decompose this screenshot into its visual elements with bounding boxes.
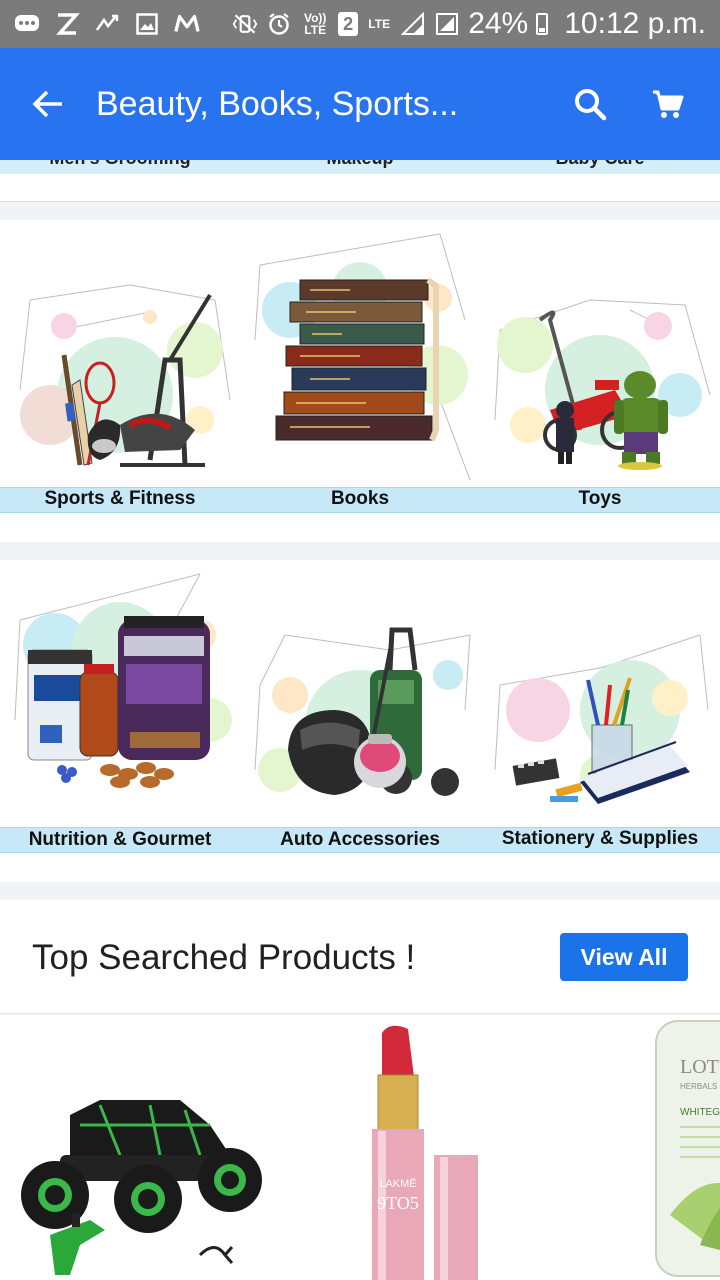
lipstick-line-text: 9TO5 xyxy=(377,1193,419,1213)
page-title: Beauty, Books, Sports... xyxy=(96,84,459,123)
stationery-supplies-image xyxy=(494,634,709,804)
cart-icon xyxy=(653,90,684,118)
gmail-notification-icon xyxy=(174,11,200,37)
top-searched-products-carousel: LAKMĒ 9TO5 LOTUS HERBALS WHITEGLOW xyxy=(0,1015,720,1280)
lotus-cream-image: LOTUS HERBALS WHITEGLOW xyxy=(655,1020,720,1277)
search-button[interactable] xyxy=(562,76,618,132)
category-label-stationery-supplies: Stationery & Supplies xyxy=(501,828,699,849)
nutrition-gourmet-image xyxy=(14,573,232,788)
arrow-back-icon xyxy=(32,90,62,118)
category-tile-books[interactable]: Books xyxy=(240,220,480,542)
view-all-button[interactable]: View All xyxy=(560,933,688,981)
gallery-notification-icon xyxy=(134,11,160,37)
section-title: Top Searched Products ! xyxy=(32,938,416,977)
category-row-2: Nutrition & Gourmet Auto Accessories Sta… xyxy=(0,560,720,882)
app-bar: Beauty, Books, Sports... xyxy=(0,48,720,160)
alarm-icon xyxy=(266,11,292,37)
product-card-lipstick[interactable]: LAKMĒ 9TO5 xyxy=(330,1015,530,1280)
category-tile-toys[interactable]: Toys xyxy=(480,220,720,542)
lipstick-brand-text: LAKMĒ xyxy=(379,1178,416,1190)
signal-strength-icon xyxy=(400,11,426,37)
battery-percent: 24% xyxy=(468,7,529,40)
top-searched-section-header: Top Searched Products ! View All xyxy=(0,900,720,1014)
category-label-toys: Toys xyxy=(578,488,622,509)
category-row-top-partial: Men's Grooming Makeup Baby Care xyxy=(0,160,720,202)
back-button[interactable] xyxy=(24,80,72,128)
sim-slot-badge: 2 xyxy=(338,12,359,36)
volte-indicator: Vo)) LTE xyxy=(303,11,327,37)
sports-fitness-image xyxy=(19,284,231,467)
clock: 10:12 p.m. xyxy=(564,7,706,40)
product-card-face-cream[interactable]: LOTUS HERBALS WHITEGLOW xyxy=(650,1015,720,1280)
status-bar: Vo)) LTE 2 LTE 24% 10:12 p.m. xyxy=(0,0,720,48)
transfer-notification-icon xyxy=(94,11,120,37)
vibrate-mute-icon xyxy=(232,11,258,37)
cream-brand-text: LOTUS xyxy=(680,1056,720,1078)
auto-accessories-image xyxy=(254,627,471,796)
cream-sub-text: HERBALS xyxy=(680,1082,717,1091)
product-card-rc-car[interactable] xyxy=(10,1015,270,1280)
books-image xyxy=(254,233,471,480)
lte-indicator: LTE xyxy=(368,17,391,31)
chat-notification-icon xyxy=(14,11,40,37)
category-label-books: Books xyxy=(330,488,390,509)
category-tile-nutrition-gourmet[interactable]: Nutrition & Gourmet xyxy=(0,560,240,882)
cream-line-text: WHITEGLOW xyxy=(680,1107,720,1118)
toys-image xyxy=(494,299,711,470)
category-mens-grooming[interactable]: Men's Grooming xyxy=(0,160,240,169)
signal-strength-icon-2 xyxy=(434,11,460,37)
category-label-nutrition-gourmet: Nutrition & Gourmet xyxy=(28,829,212,850)
category-label-auto-accessories: Auto Accessories xyxy=(280,829,440,850)
category-content: Men's Grooming Makeup Baby Care xyxy=(0,160,720,1280)
battery-icon xyxy=(536,13,549,35)
category-baby-care[interactable]: Baby Care xyxy=(480,160,720,169)
category-tile-sports-fitness[interactable]: Sports & Fitness xyxy=(0,220,240,542)
rc-car-image xyxy=(21,1100,262,1275)
category-tile-auto-accessories[interactable]: Auto Accessories xyxy=(240,560,480,882)
category-tile-stationery-supplies[interactable]: Stationery & Supplies xyxy=(480,560,720,882)
search-icon xyxy=(575,89,607,121)
lakme-lipstick-image: LAKMĒ 9TO5 xyxy=(372,1025,478,1280)
cart-button[interactable] xyxy=(640,76,696,132)
category-makeup[interactable]: Makeup xyxy=(240,160,480,169)
category-row-1: Sports & Fitness Books Toys xyxy=(0,220,720,542)
category-label-sports-fitness: Sports & Fitness xyxy=(44,488,196,509)
z-app-notification-icon xyxy=(54,11,80,37)
